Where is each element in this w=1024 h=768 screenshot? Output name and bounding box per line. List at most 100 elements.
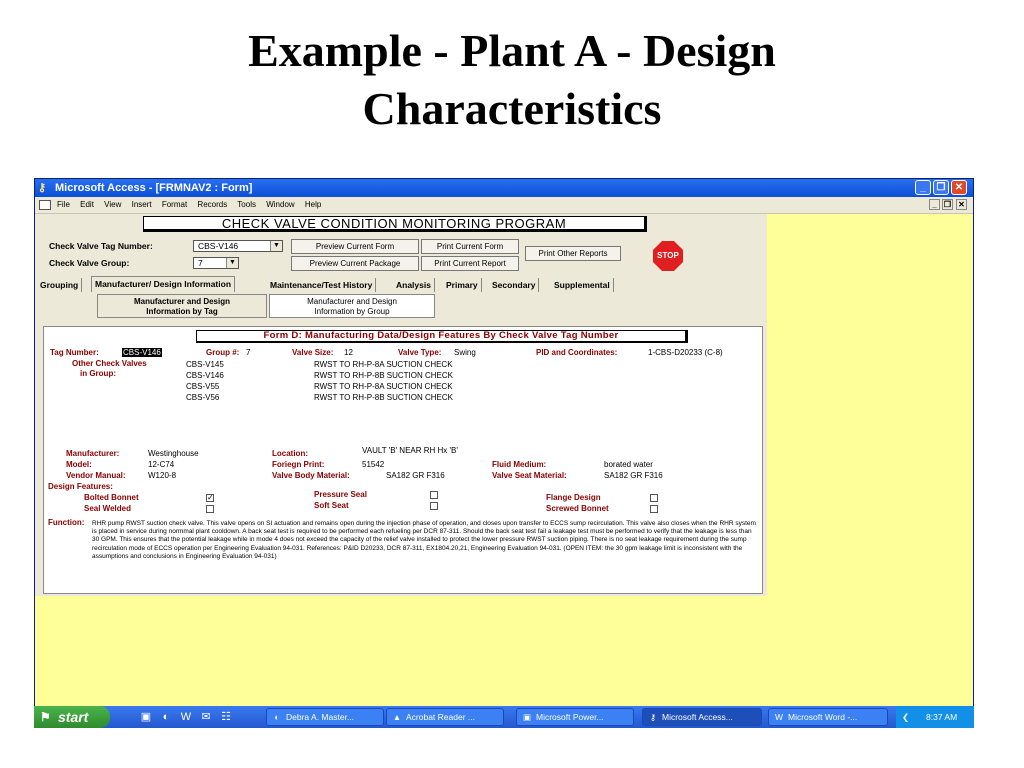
start-button[interactable]: ⚑ start — [34, 706, 110, 728]
access-window: ⚷ Microsoft Access - [FRMNAV2 : Form] _ … — [34, 178, 974, 726]
valve-group-label: Check Valve Group: — [49, 258, 130, 268]
tab-maintenance-test[interactable]: Maintenance/Test History — [267, 278, 377, 292]
start-label: start — [58, 709, 89, 725]
menu-view[interactable]: View — [104, 200, 121, 209]
pressure-seal-checkbox[interactable] — [430, 491, 438, 499]
form-doc-icon[interactable] — [39, 200, 51, 210]
tab-supplemental[interactable]: Supplemental — [551, 278, 614, 292]
word-quicklaunch-icon[interactable]: W — [178, 709, 194, 725]
other-valve-tag: CBS-V56 — [186, 393, 220, 402]
taskbar: ⚑ start ▣ ◐ W ✉ ☷ ◐ Debra A. Master... ▲ A… — [34, 706, 974, 728]
task-label: Microsoft Power... — [536, 712, 604, 722]
network-icon[interactable]: ☷ — [218, 709, 234, 725]
manufacturer-label: Manufacturer: — [66, 449, 120, 458]
task-acrobat-reader[interactable]: ▲ Acrobat Reader ... — [386, 708, 504, 726]
group-number-value: 7 — [246, 348, 251, 357]
function-label: Function: — [48, 518, 85, 527]
word-icon: W — [774, 712, 784, 722]
menu-format[interactable]: Format — [162, 200, 187, 209]
menu-tools[interactable]: Tools — [237, 200, 256, 209]
tab-analysis[interactable]: Analysis — [393, 278, 435, 292]
mdi-close-button[interactable]: ✕ — [956, 199, 967, 210]
bolted-bonnet-label: Bolted Bonnet — [84, 493, 139, 502]
tray-arrow-icon[interactable]: ❮ — [902, 706, 909, 728]
powerpoint-icon: ▣ — [522, 712, 532, 722]
subtab-by-group-line-1: Manufacturer and Design — [307, 297, 397, 306]
window-titlebar[interactable]: ⚷ Microsoft Access - [FRMNAV2 : Form] _ … — [35, 179, 973, 197]
seat-material-value: SA182 GR F316 — [604, 471, 663, 480]
preview-current-form-button[interactable]: Preview Current Form — [291, 239, 419, 254]
maximize-button[interactable]: ❐ — [933, 180, 949, 195]
browser-icon: ◐ — [274, 712, 280, 722]
browser-icon[interactable]: ◐ — [158, 709, 174, 725]
location-value: VAULT 'B' NEAR RH Hx 'B' — [362, 446, 458, 455]
valve-group-combo[interactable]: 7 ▼ — [193, 257, 239, 269]
print-current-report-button[interactable]: Print Current Report — [421, 256, 519, 271]
screwed-bonnet-checkbox[interactable] — [650, 505, 658, 513]
slide-title-line-1: Example - Plant A - Design — [248, 25, 776, 76]
tag-number-field-value[interactable]: CBS-V146 — [122, 348, 162, 357]
task-label: Microsoft Access... — [662, 712, 733, 722]
minimize-button[interactable]: _ — [915, 180, 931, 195]
subtab-by-group[interactable]: Manufacturer and Design Information by G… — [269, 294, 435, 318]
menu-help[interactable]: Help — [305, 200, 321, 209]
other-valve-tag: CBS-V146 — [186, 371, 224, 380]
clock[interactable]: 8:37 AM — [926, 706, 957, 728]
form-d-title: Form D: Manufacturing Data/Design Featur… — [196, 330, 688, 343]
task-label: Debra A. Master... — [286, 712, 355, 722]
close-button[interactable]: ✕ — [951, 180, 967, 195]
tab-manufacturer-design[interactable]: Manufacturer/ Design Information — [91, 276, 236, 292]
seal-welded-checkbox[interactable] — [206, 505, 214, 513]
fax-icon[interactable]: ✉ — [198, 709, 214, 725]
menu-records[interactable]: Records — [197, 200, 227, 209]
model-label: Model: — [66, 460, 92, 469]
acrobat-icon: ▲ — [392, 712, 402, 722]
tab-grouping[interactable]: Grouping — [37, 278, 83, 292]
tab-secondary[interactable]: Secondary — [489, 278, 540, 292]
access-key-icon: ⚷ — [649, 712, 657, 722]
pid-coordinates-label: PID and Coordinates: — [536, 348, 618, 357]
seat-material-label: Valve Seat Material: — [492, 471, 567, 480]
tab-primary[interactable]: Primary — [443, 278, 482, 292]
menu-edit[interactable]: Edit — [80, 200, 94, 209]
preview-current-package-button[interactable]: Preview Current Package — [291, 256, 419, 271]
other-valve-desc: RWST TO RH-P-8B SUCTION CHECK — [314, 393, 453, 402]
menu-file[interactable]: File — [57, 200, 70, 209]
screwed-bonnet-label: Screwed Bonnet — [546, 504, 609, 513]
other-valve-desc: RWST TO RH-P-8B SUCTION CHECK — [314, 371, 453, 380]
tag-number-field-label: Tag Number: — [50, 348, 99, 357]
print-current-form-button[interactable]: Print Current Form — [421, 239, 519, 254]
menu-window[interactable]: Window — [266, 200, 294, 209]
chevron-down-icon[interactable]: ▼ — [226, 258, 238, 268]
seal-welded-label: Seal Welded — [84, 504, 131, 513]
stop-button[interactable]: STOP — [653, 241, 683, 271]
windows-flag-icon: ⚑ — [40, 710, 51, 724]
print-other-reports-button[interactable]: Print Other Reports — [525, 246, 621, 261]
soft-seat-checkbox[interactable] — [430, 502, 438, 510]
access-key-icon: ⚷ — [38, 182, 47, 194]
group-number-label: Group #: — [206, 348, 240, 357]
subtab-by-tag[interactable]: Manufacturer and Design Information by T… — [97, 294, 267, 318]
task-access[interactable]: ⚷ Microsoft Access... — [642, 708, 762, 726]
menu-insert[interactable]: Insert — [132, 200, 152, 209]
tag-number-combo[interactable]: CBS-V146 ▼ — [193, 240, 283, 252]
other-valve-tag: CBS-V145 — [186, 360, 224, 369]
model-value: 12-C74 — [148, 460, 175, 469]
task-debra-master[interactable]: ◐ Debra A. Master... — [266, 708, 384, 726]
task-powerpoint[interactable]: ▣ Microsoft Power... — [516, 708, 634, 726]
valve-group-value: 7 — [198, 258, 203, 268]
function-text: RHR pump RWST suction check valve. This … — [92, 520, 756, 560]
tag-number-value: CBS-V146 — [198, 241, 239, 251]
valve-size-value: 12 — [344, 348, 353, 357]
program-title: CHECK VALVE CONDITION MONITORING PROGRAM — [143, 216, 647, 232]
mdi-minimize-button[interactable]: _ — [929, 199, 940, 210]
task-word[interactable]: W Microsoft Word -... — [768, 708, 888, 726]
flange-design-checkbox[interactable] — [650, 494, 658, 502]
foreign-print-label: Foriegn Print: — [272, 460, 325, 469]
bolted-bonnet-checkbox[interactable]: ✓ — [206, 494, 214, 502]
desktop-icon[interactable]: ▣ — [138, 709, 154, 725]
chevron-down-icon[interactable]: ▼ — [270, 241, 282, 251]
mdi-restore-button[interactable]: ❐ — [942, 199, 953, 210]
form-body: CHECK VALVE CONDITION MONITORING PROGRAM… — [35, 214, 767, 596]
valve-size-label: Valve Size: — [292, 348, 334, 357]
